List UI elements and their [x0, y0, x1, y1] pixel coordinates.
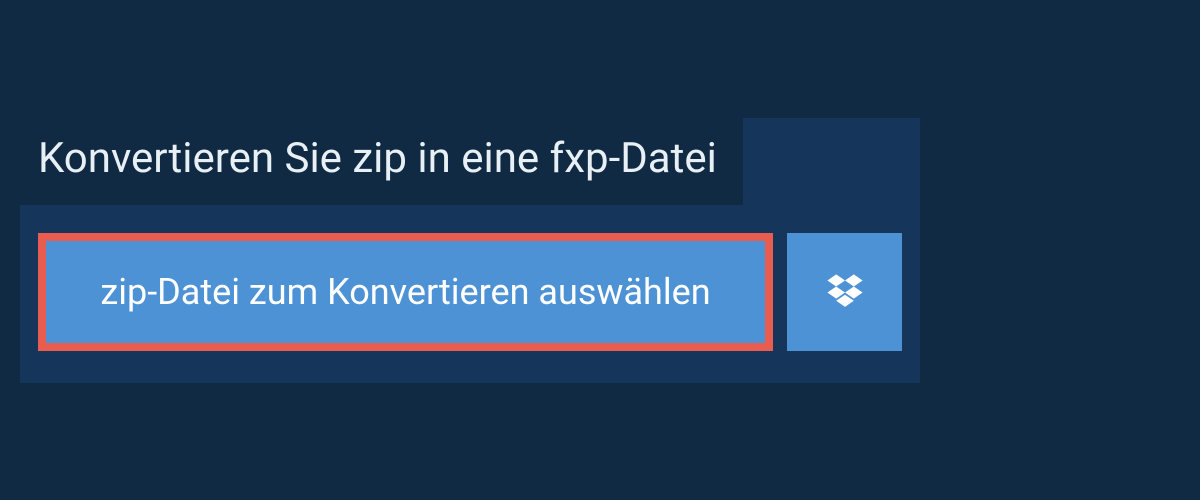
dropbox-icon — [823, 270, 867, 314]
converter-panel: Konvertieren Sie zip in eine fxp-Datei z… — [20, 118, 920, 383]
button-row: zip-Datei zum Konvertieren auswählen — [20, 205, 920, 383]
select-file-label: zip-Datei zum Konvertieren auswählen — [100, 271, 710, 313]
select-file-button[interactable]: zip-Datei zum Konvertieren auswählen — [38, 233, 773, 351]
page-heading: Konvertieren Sie zip in eine fxp-Datei — [20, 116, 743, 205]
dropbox-button[interactable] — [787, 233, 902, 351]
